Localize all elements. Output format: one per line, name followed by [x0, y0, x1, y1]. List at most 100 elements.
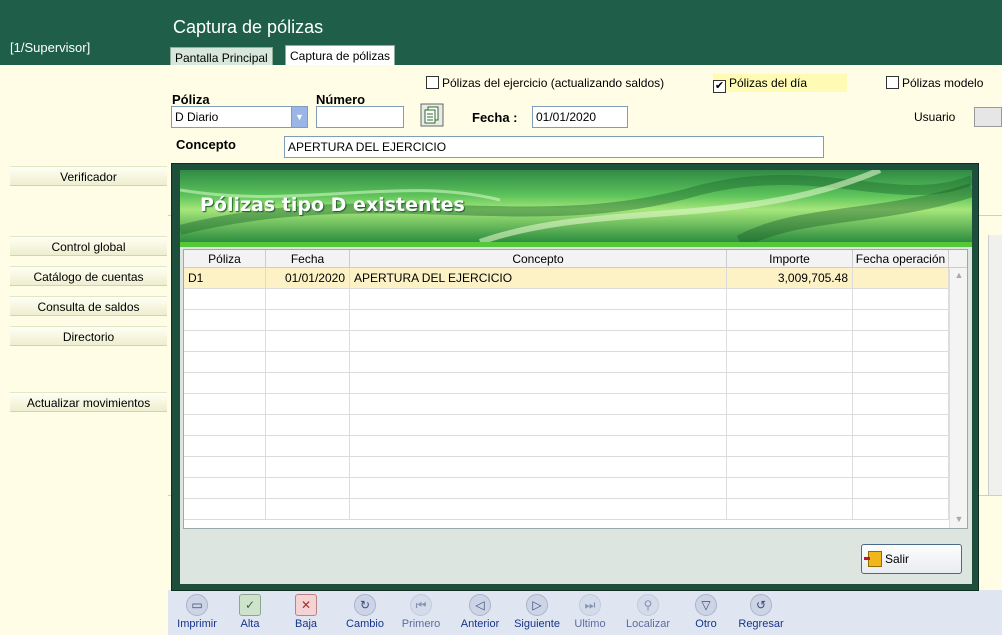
ultimo-button[interactable]: ⏭ Ultimo	[570, 594, 610, 630]
table-cell-empty	[350, 394, 727, 415]
table-cell-empty	[266, 499, 350, 520]
alta-label: Alta	[240, 618, 260, 630]
chevron-down-icon[interactable]: ▼	[291, 107, 307, 127]
numero-input[interactable]	[316, 106, 404, 128]
fecha-input[interactable]: 01/01/2020	[532, 106, 628, 128]
tab-pantalla-principal[interactable]: Pantalla Principal	[170, 47, 273, 67]
ultimo-label: Ultimo	[574, 618, 606, 630]
regresar-button[interactable]: ↺ Regresar	[730, 594, 792, 630]
baja-label: Baja	[294, 618, 318, 630]
poliza-select-value: D Diario	[175, 110, 219, 124]
table-cell-empty	[266, 373, 350, 394]
table-row-empty[interactable]	[184, 373, 949, 394]
checkbox-icon[interactable]	[886, 76, 899, 89]
check-label: Pólizas del ejercicio (actualizando sald…	[442, 76, 665, 90]
table-cell-empty	[727, 352, 853, 373]
usuario-label: Usuario	[914, 110, 956, 124]
table-row-empty[interactable]	[184, 394, 949, 415]
sidebar-item-verificador[interactable]: Verificador	[10, 166, 167, 186]
table-row-empty[interactable]	[184, 499, 949, 520]
table-row-empty[interactable]	[184, 352, 949, 373]
modal-title: Pólizas tipo D existentes	[200, 194, 465, 216]
table-cell-empty	[350, 457, 727, 478]
alta-button[interactable]: ✓ Alta	[232, 594, 268, 630]
anterior-button[interactable]: ◁ Anterior	[452, 594, 508, 630]
table-cell-empty	[853, 436, 949, 457]
table-cell-empty	[727, 436, 853, 457]
table-cell-empty	[266, 394, 350, 415]
localizar-button[interactable]: ⚲ Localizar	[618, 594, 678, 630]
next-icon: ▷	[526, 594, 548, 616]
table-row-empty[interactable]	[184, 478, 949, 499]
sidebar-item-catalogo-cuentas[interactable]: Catálogo de cuentas	[10, 266, 167, 286]
checkbox-icon[interactable]	[426, 76, 439, 89]
table-cell-empty	[853, 373, 949, 394]
table-cell-empty	[350, 352, 727, 373]
modal-banner: Pólizas tipo D existentes	[180, 170, 972, 242]
fecha-label: Fecha :	[472, 110, 518, 125]
table-cell-empty	[184, 436, 266, 457]
check-polizas-ejercicio[interactable]: Pólizas del ejercicio (actualizando sald…	[426, 74, 664, 92]
table-row-empty[interactable]	[184, 436, 949, 457]
poliza-label: Póliza	[172, 92, 210, 107]
cell-fecha: 01/01/2020	[266, 268, 350, 289]
tab-captura-polizas[interactable]: Captura de pólizas	[285, 45, 396, 67]
table-cell-empty	[184, 289, 266, 310]
add-icon: ✓	[239, 594, 261, 616]
table-cell-empty	[184, 373, 266, 394]
divider	[180, 242, 972, 247]
column-header-fecha[interactable]: Fecha	[266, 250, 350, 268]
cambio-button[interactable]: ↻ Cambio	[340, 594, 390, 630]
table-cell-empty	[727, 310, 853, 331]
polizas-table[interactable]: Póliza Fecha Concepto Importe Fecha oper…	[183, 249, 968, 529]
return-icon: ↺	[750, 594, 772, 616]
bottom-toolbar: ▭ Imprimir ✓ Alta ✕ Baja ↻ Cambio ⏮ Prim…	[168, 590, 1002, 635]
baja-button[interactable]: ✕ Baja	[288, 594, 324, 630]
scroll-down-icon[interactable]: ▼	[953, 514, 965, 526]
primero-button[interactable]: ⏮ Primero	[396, 594, 446, 630]
table-row-empty[interactable]	[184, 457, 949, 478]
otro-button[interactable]: ▽ Otro	[688, 594, 724, 630]
salir-button[interactable]: Salir	[861, 544, 962, 574]
column-header-concepto[interactable]: Concepto	[350, 250, 727, 268]
concepto-input[interactable]: APERTURA DEL EJERCICIO	[284, 136, 824, 158]
siguiente-button[interactable]: ▷ Siguiente	[508, 594, 566, 630]
table-cell-empty	[184, 415, 266, 436]
table-cell-empty	[184, 457, 266, 478]
table-cell-empty	[853, 394, 949, 415]
sidebar-item-actualizar-movimientos[interactable]: Actualizar movimientos	[10, 392, 167, 412]
table-row-empty[interactable]	[184, 415, 949, 436]
table-cell-empty	[266, 436, 350, 457]
user-label: [1/Supervisor]	[10, 40, 91, 55]
cell-fecha-operacion	[853, 268, 949, 289]
poliza-select[interactable]: D Diario ▼	[171, 106, 308, 128]
copy-documents-icon[interactable]	[420, 103, 444, 127]
previous-icon: ◁	[469, 594, 491, 616]
sidebar-item-directorio[interactable]: Directorio	[10, 326, 167, 346]
table-row-empty[interactable]	[184, 310, 949, 331]
table-scrollbar[interactable]: ▲ ▼	[949, 268, 967, 528]
column-header-importe[interactable]: Importe	[727, 250, 853, 268]
sidebar-item-control-global[interactable]: Control global	[10, 236, 167, 256]
checkbox-checked-icon[interactable]: ✔	[713, 80, 726, 93]
search-icon: ⚲	[637, 594, 659, 616]
table-cell-empty	[727, 373, 853, 394]
localizar-label: Localizar	[625, 618, 671, 630]
imprimir-button[interactable]: ▭ Imprimir	[172, 594, 222, 630]
table-row-empty[interactable]	[184, 331, 949, 352]
scroll-up-icon[interactable]: ▲	[953, 270, 965, 282]
background-scrollbar[interactable]	[988, 235, 1002, 495]
column-header-fecha-operacion[interactable]: Fecha operación	[853, 250, 949, 268]
table-cell-empty	[266, 310, 350, 331]
check-polizas-dia[interactable]: ✔ Pólizas del día	[713, 74, 848, 93]
table-cell-empty	[184, 352, 266, 373]
column-header-poliza[interactable]: Póliza	[184, 250, 266, 268]
sidebar-item-consulta-saldos[interactable]: Consulta de saldos	[10, 296, 167, 316]
table-row-empty[interactable]	[184, 289, 949, 310]
check-polizas-modelo[interactable]: Pólizas modelo	[886, 74, 983, 92]
usuario-field[interactable]	[974, 107, 1002, 127]
table-row[interactable]: D1 01/01/2020 APERTURA DEL EJERCICIO 3,0…	[184, 268, 949, 289]
table-cell-empty	[266, 331, 350, 352]
table-cell-empty	[727, 331, 853, 352]
table-cell-empty	[727, 415, 853, 436]
